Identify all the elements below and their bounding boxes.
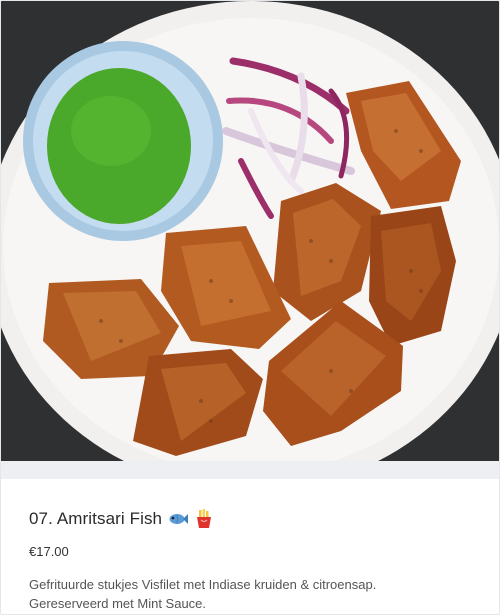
description-line-2: Gereserveerd met Mint Sauce. bbox=[29, 596, 207, 611]
description-line-1: Gefrituurde stukjes Visfilet met Indiase… bbox=[29, 577, 377, 592]
item-title-row: 07. Amritsari Fish bbox=[29, 509, 214, 529]
item-description: Gefrituurde stukjes Visfilet met Indiase… bbox=[29, 575, 479, 613]
item-title: 07. Amritsari Fish bbox=[29, 509, 163, 528]
item-price: €17.00 bbox=[29, 544, 69, 559]
divider-band bbox=[1, 461, 499, 479]
fries-emoji-icon bbox=[194, 509, 214, 529]
dish-photo[interactable] bbox=[1, 1, 499, 461]
fish-emoji-icon bbox=[168, 509, 189, 529]
menu-item-card[interactable]: 07. Amritsari Fish €17.00 Gefrituurde st… bbox=[0, 0, 500, 615]
